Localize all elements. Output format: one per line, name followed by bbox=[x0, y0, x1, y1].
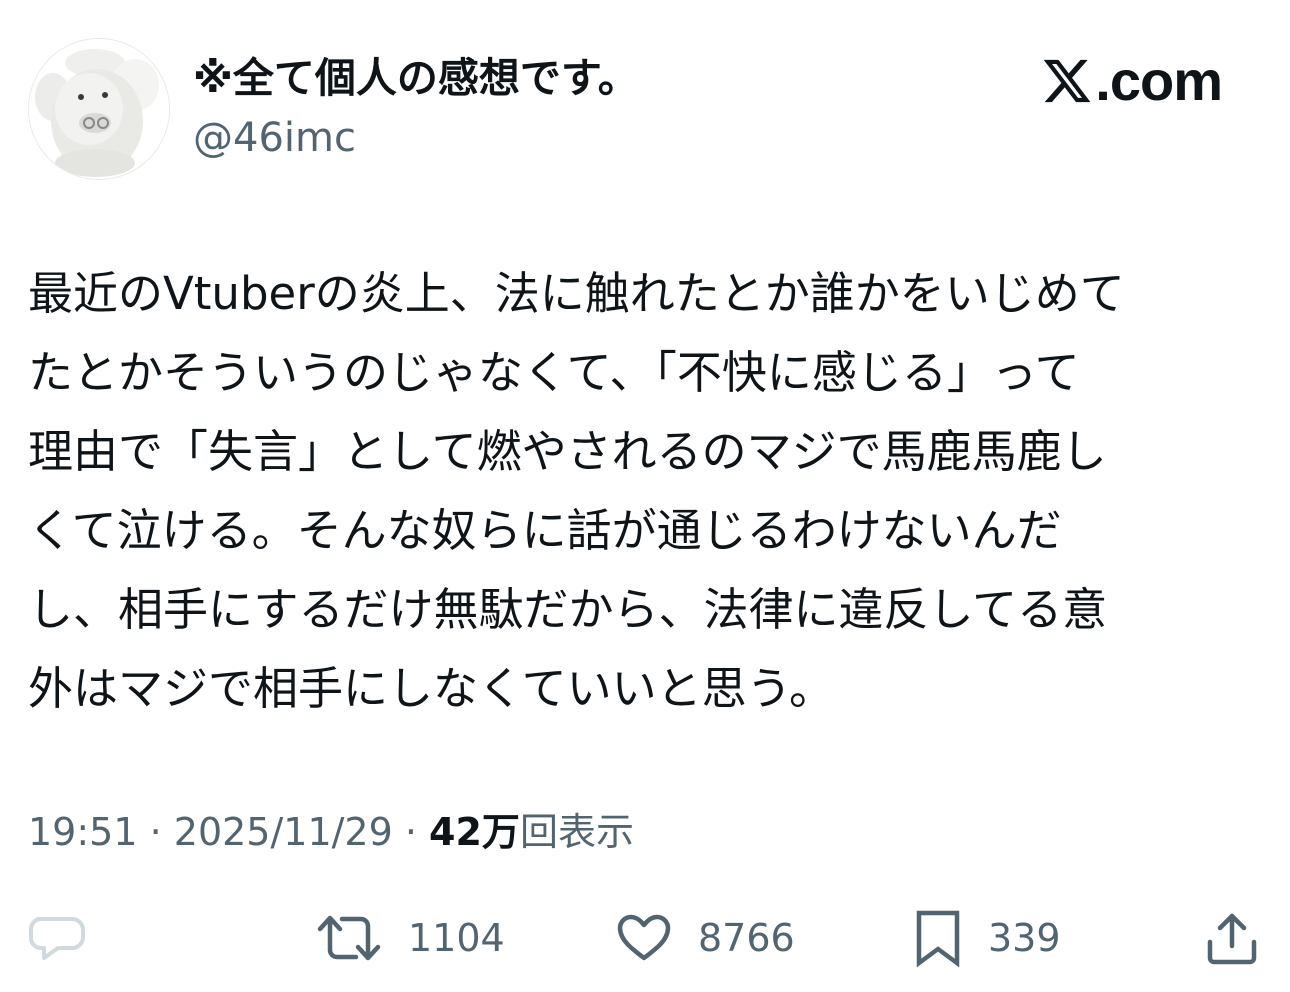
tweet-meta: 19:51 · 2025/11/29 · 42万回表示 bbox=[28, 806, 634, 858]
tweet-text-line: 理由で「失言」として燃やされるのマジで馬鹿馬鹿し bbox=[28, 425, 1107, 478]
views-count[interactable]: 42万 bbox=[429, 810, 520, 854]
x-logo-icon bbox=[1044, 59, 1091, 103]
tweet-date[interactable]: 2025/11/29 bbox=[174, 810, 393, 854]
reply-icon bbox=[29, 917, 85, 960]
share-icon bbox=[1207, 913, 1257, 965]
tweet-text-line: し、相手にするだけ無駄だから、法律に違反してる意 bbox=[28, 583, 1108, 636]
avatar[interactable] bbox=[28, 38, 170, 180]
bookmark-count: 339 bbox=[988, 916, 1061, 960]
retweet-count: 1104 bbox=[408, 916, 505, 960]
action-bar: 1104 8766 339 bbox=[0, 900, 1290, 976]
tweet-text-line: たとかそういうのじゃなくて、「不快に感じる」って bbox=[28, 346, 1080, 399]
like-count: 8766 bbox=[698, 916, 795, 960]
tweet-text-line: くて泣ける。そんな奴らに話が通じるわけないんだ bbox=[28, 504, 1062, 557]
retweet-icon bbox=[317, 915, 381, 961]
avatar-image bbox=[29, 39, 169, 179]
display-name[interactable]: ※全て個人の感想です。 bbox=[193, 52, 639, 104]
heart-icon bbox=[617, 914, 671, 961]
like-button[interactable]: 8766 bbox=[616, 900, 795, 976]
bookmark-button[interactable]: 339 bbox=[914, 900, 1061, 976]
user-handle[interactable]: @46imc bbox=[193, 112, 356, 164]
share-button[interactable] bbox=[1204, 900, 1260, 976]
meta-separator: · bbox=[137, 810, 174, 854]
meta-separator: · bbox=[392, 810, 430, 854]
bookmark-icon bbox=[916, 910, 960, 967]
reply-button[interactable] bbox=[28, 900, 86, 976]
views-label: 回表示 bbox=[519, 810, 634, 854]
tweet-time[interactable]: 19:51 bbox=[28, 810, 138, 854]
retweet-button[interactable]: 1104 bbox=[316, 900, 505, 976]
brand-text: .com bbox=[1095, 49, 1223, 112]
brand: .com bbox=[1041, 46, 1223, 116]
tweet-text-line: 外はマジで相手にしなくていいと思う。 bbox=[28, 662, 834, 715]
tweet-text-line: 最近のVtuberの炎上、法に触れたとか誰かをいじめて bbox=[28, 267, 1125, 320]
tweet-text: 最近のVtuberの炎上、法に触れたとか誰かをいじめて たとかそういうのじゃなくて… bbox=[28, 254, 1253, 728]
